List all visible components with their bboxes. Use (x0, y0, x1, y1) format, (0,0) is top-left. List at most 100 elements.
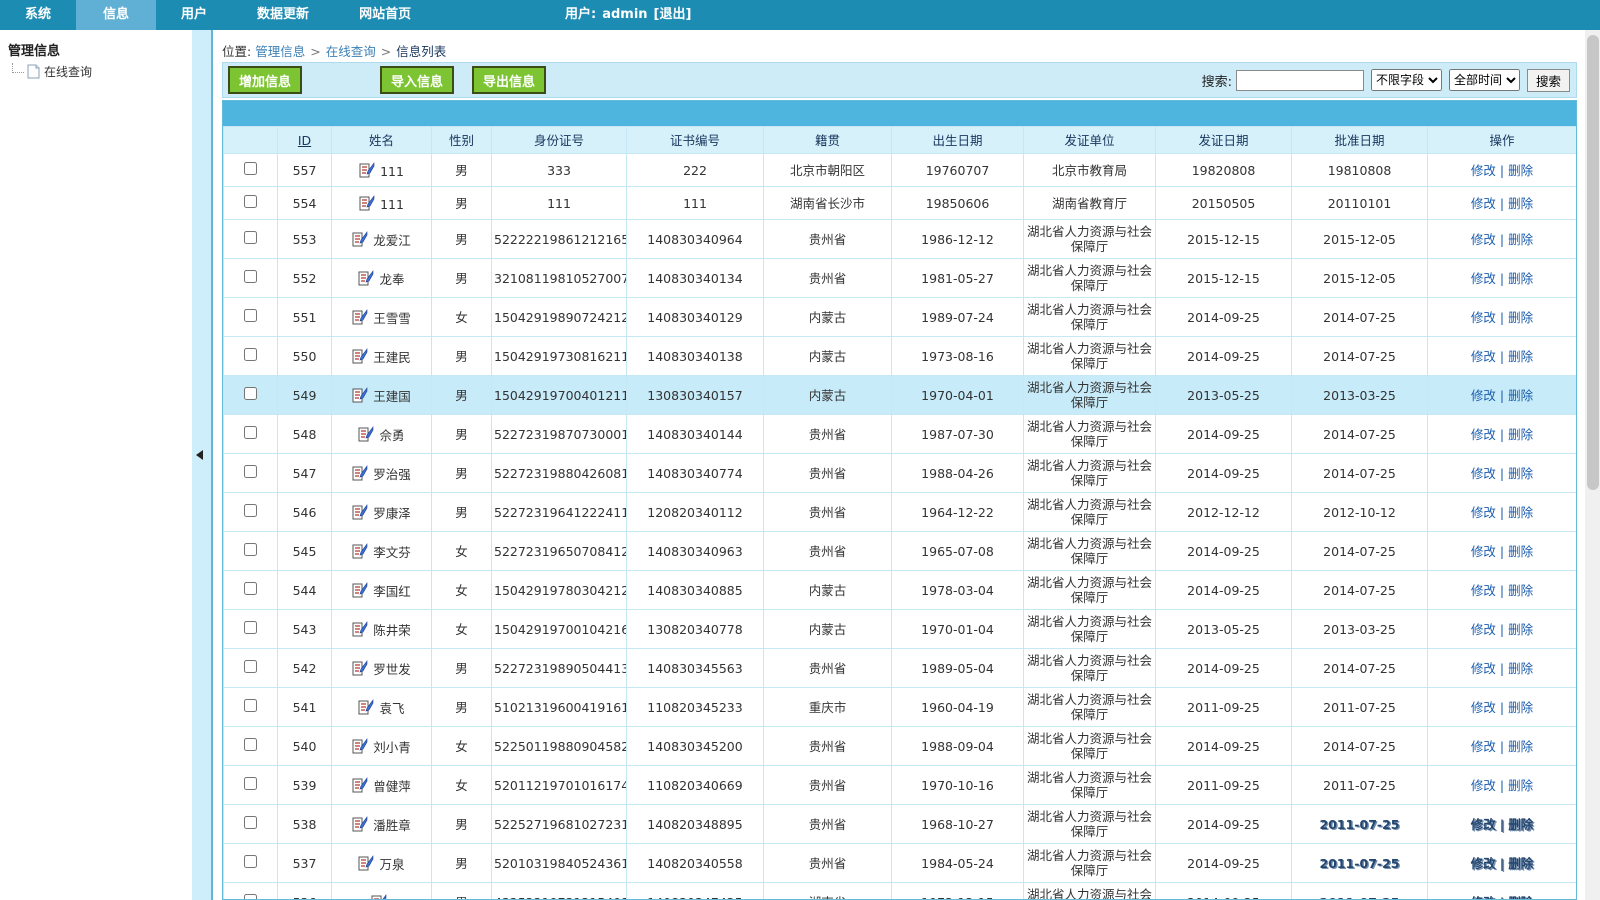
edit-doc-icon[interactable] (358, 270, 374, 287)
import-info-button[interactable]: 导入信息 (380, 66, 454, 94)
nav-tab-1[interactable]: 信息 (76, 0, 156, 30)
delete-link[interactable]: 删除 (1508, 196, 1533, 211)
edit-doc-icon[interactable] (352, 816, 368, 833)
delete-link[interactable]: 删除 (1508, 583, 1533, 598)
row-checkbox[interactable] (244, 309, 257, 322)
row-checkbox[interactable] (244, 894, 257, 900)
field-select[interactable]: 不限字段 (1371, 69, 1442, 91)
edit-doc-icon[interactable] (352, 348, 368, 365)
edit-link[interactable]: 修改 (1471, 895, 1496, 900)
row-checkbox[interactable] (244, 855, 257, 868)
delete-link[interactable]: 删除 (1508, 505, 1533, 520)
delete-link[interactable]: 删除 (1508, 778, 1533, 793)
edit-link[interactable]: 修改 (1471, 505, 1496, 520)
delete-link[interactable]: 删除 (1508, 310, 1533, 325)
search-button[interactable]: 搜索 (1527, 69, 1570, 92)
edit-doc-icon[interactable] (352, 543, 368, 560)
scrollbar-thumb[interactable] (1587, 35, 1599, 490)
delete-link[interactable]: 删除 (1508, 661, 1533, 676)
delete-link[interactable]: 删除 (1508, 700, 1533, 715)
edit-link[interactable]: 修改 (1471, 583, 1496, 598)
edit-doc-icon[interactable] (358, 426, 374, 443)
edit-doc-icon[interactable] (352, 621, 368, 638)
edit-link[interactable]: 修改 (1471, 427, 1496, 442)
edit-doc-icon[interactable] (352, 387, 368, 404)
collapse-sidebar-icon[interactable] (196, 450, 203, 460)
edit-link[interactable]: 修改 (1471, 163, 1496, 178)
delete-link[interactable]: 删除 (1508, 856, 1533, 871)
delete-link[interactable]: 删除 (1508, 232, 1533, 247)
row-checkbox[interactable] (244, 816, 257, 829)
delete-link[interactable]: 删除 (1508, 163, 1533, 178)
row-checkbox[interactable] (244, 699, 257, 712)
row-checkbox[interactable] (244, 738, 257, 751)
edit-link[interactable]: 修改 (1471, 661, 1496, 676)
edit-link[interactable]: 修改 (1471, 544, 1496, 559)
delete-link[interactable]: 删除 (1508, 388, 1533, 403)
nav-tab-2[interactable]: 用户 (156, 0, 232, 30)
edit-link[interactable]: 修改 (1471, 739, 1496, 754)
row-checkbox[interactable] (244, 777, 257, 790)
edit-link[interactable]: 修改 (1471, 271, 1496, 286)
edit-doc-icon[interactable] (371, 894, 387, 900)
edit-link[interactable]: 修改 (1471, 196, 1496, 211)
delete-link[interactable]: 删除 (1508, 817, 1533, 832)
search-input[interactable] (1236, 70, 1364, 91)
sidebar-splitter[interactable] (192, 30, 213, 900)
edit-doc-icon[interactable] (358, 699, 374, 716)
edit-doc-icon[interactable] (352, 231, 368, 248)
row-checkbox[interactable] (244, 348, 257, 361)
delete-link[interactable]: 删除 (1508, 895, 1533, 900)
edit-doc-icon[interactable] (352, 504, 368, 521)
breadcrumb-item-0[interactable]: 管理信息 (255, 44, 305, 59)
edit-link[interactable]: 修改 (1471, 310, 1496, 325)
add-info-button[interactable]: 增加信息 (228, 66, 302, 94)
edit-doc-icon[interactable] (359, 195, 375, 212)
nav-tab-3[interactable]: 数据更新 (232, 0, 334, 30)
row-checkbox[interactable] (244, 621, 257, 634)
row-checkbox[interactable] (244, 426, 257, 439)
delete-link[interactable]: 删除 (1508, 544, 1533, 559)
row-checkbox[interactable] (244, 504, 257, 517)
edit-doc-icon[interactable] (352, 738, 368, 755)
nav-tab-0[interactable]: 系统 (0, 0, 76, 30)
edit-link[interactable]: 修改 (1471, 349, 1496, 364)
sidebar-item-online-query[interactable]: 在线查询 (12, 63, 192, 80)
edit-doc-icon[interactable] (352, 582, 368, 599)
edit-link[interactable]: 修改 (1471, 388, 1496, 403)
nav-tab-4[interactable]: 网站首页 (334, 0, 436, 30)
edit-link[interactable]: 修改 (1471, 817, 1496, 832)
edit-doc-icon[interactable] (352, 777, 368, 794)
row-checkbox[interactable] (244, 465, 257, 478)
edit-doc-icon[interactable] (352, 465, 368, 482)
delete-link[interactable]: 删除 (1508, 271, 1533, 286)
edit-link[interactable]: 修改 (1471, 622, 1496, 637)
row-checkbox[interactable] (244, 543, 257, 556)
delete-link[interactable]: 删除 (1508, 349, 1533, 364)
row-checkbox[interactable] (244, 270, 257, 283)
vertical-scrollbar[interactable] (1585, 30, 1600, 900)
row-checkbox[interactable] (244, 387, 257, 400)
time-select[interactable]: 全部时间 (1449, 69, 1520, 91)
delete-link[interactable]: 删除 (1508, 622, 1533, 637)
edit-doc-icon[interactable] (352, 660, 368, 677)
edit-link[interactable]: 修改 (1471, 232, 1496, 247)
delete-link[interactable]: 删除 (1508, 739, 1533, 754)
row-checkbox[interactable] (244, 162, 257, 175)
logout-link[interactable]: [退出] (654, 7, 692, 22)
row-checkbox[interactable] (244, 582, 257, 595)
edit-doc-icon[interactable] (359, 162, 375, 179)
id-sort-link[interactable]: ID (298, 133, 311, 148)
edit-doc-icon[interactable] (352, 309, 368, 326)
edit-link[interactable]: 修改 (1471, 466, 1496, 481)
row-checkbox[interactable] (244, 231, 257, 244)
delete-link[interactable]: 删除 (1508, 466, 1533, 481)
edit-link[interactable]: 修改 (1471, 856, 1496, 871)
row-checkbox[interactable] (244, 195, 257, 208)
export-info-button[interactable]: 导出信息 (472, 66, 546, 94)
edit-link[interactable]: 修改 (1471, 700, 1496, 715)
row-checkbox[interactable] (244, 660, 257, 673)
edit-link[interactable]: 修改 (1471, 778, 1496, 793)
edit-doc-icon[interactable] (358, 855, 374, 872)
breadcrumb-item-1[interactable]: 在线查询 (326, 44, 376, 59)
